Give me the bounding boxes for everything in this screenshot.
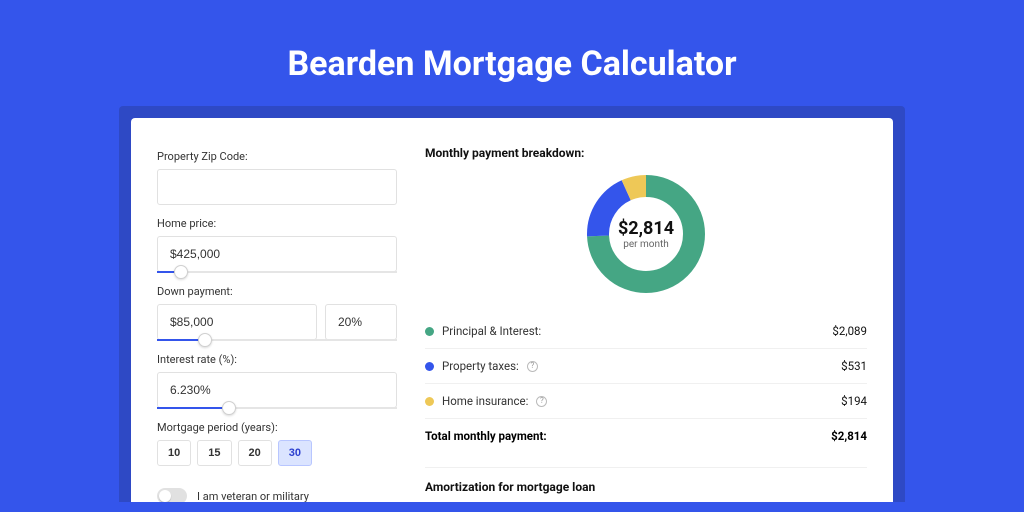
interest-rate-label: Interest rate (%): bbox=[157, 353, 397, 366]
mortgage-period-segmented: 10 15 20 30 bbox=[157, 440, 397, 466]
legend-dot-icon bbox=[425, 397, 434, 406]
slider-thumb-icon[interactable] bbox=[222, 401, 236, 415]
mortgage-period-label: Mortgage period (years): bbox=[157, 421, 397, 434]
line-item-insurance: Home insurance: ? $194 bbox=[425, 383, 867, 418]
breakdown-title: Monthly payment breakdown: bbox=[425, 146, 867, 160]
period-option-15[interactable]: 15 bbox=[197, 440, 231, 466]
total-value: $2,814 bbox=[831, 429, 867, 443]
line-item-label: Principal & Interest: bbox=[442, 324, 541, 338]
amortization-section: Amortization for mortgage loan Amortizat… bbox=[425, 467, 867, 502]
veteran-toggle-label: I am veteran or military bbox=[197, 490, 309, 503]
interest-rate-slider[interactable] bbox=[157, 407, 397, 409]
donut-chart: $2,814 per month bbox=[425, 172, 867, 296]
donut-amount: $2,814 bbox=[618, 218, 674, 239]
interest-rate-input[interactable] bbox=[157, 372, 397, 408]
line-items: Principal & Interest: $2,089 Property ta… bbox=[425, 314, 867, 453]
home-price-label: Home price: bbox=[157, 217, 397, 230]
line-item-taxes: Property taxes: ? $531 bbox=[425, 348, 867, 383]
line-item-label: Property taxes: bbox=[442, 359, 519, 373]
zip-label: Property Zip Code: bbox=[157, 150, 397, 163]
down-payment-pct-input[interactable] bbox=[325, 304, 397, 340]
info-icon[interactable]: ? bbox=[536, 396, 547, 407]
donut-center: $2,814 per month bbox=[584, 172, 708, 296]
legend-dot-icon bbox=[425, 327, 434, 336]
veteran-toggle[interactable] bbox=[157, 488, 187, 502]
down-payment-slider[interactable] bbox=[157, 339, 397, 341]
zip-input[interactable] bbox=[157, 169, 397, 205]
home-price-input[interactable] bbox=[157, 236, 397, 272]
down-payment-label: Down payment: bbox=[157, 285, 397, 298]
breakdown-panel: Monthly payment breakdown: $2,814 per mo… bbox=[425, 140, 867, 502]
period-option-10[interactable]: 10 bbox=[157, 440, 191, 466]
total-row: Total monthly payment: $2,814 bbox=[425, 418, 867, 453]
line-item-principal: Principal & Interest: $2,089 bbox=[425, 314, 867, 348]
card-wrap: Property Zip Code: Home price: Down paym… bbox=[119, 106, 905, 502]
line-item-label: Home insurance: bbox=[442, 394, 528, 408]
amortization-heading: Amortization for mortgage loan bbox=[425, 480, 867, 494]
home-price-slider[interactable] bbox=[157, 271, 397, 273]
hero: Bearden Mortgage Calculator bbox=[0, 0, 1024, 106]
calculator-card: Property Zip Code: Home price: Down paym… bbox=[131, 118, 893, 502]
info-icon[interactable]: ? bbox=[527, 361, 538, 372]
form-panel: Property Zip Code: Home price: Down paym… bbox=[157, 140, 397, 502]
line-item-value: $531 bbox=[841, 359, 867, 373]
slider-thumb-icon[interactable] bbox=[198, 333, 212, 347]
period-option-20[interactable]: 20 bbox=[238, 440, 272, 466]
line-item-value: $194 bbox=[841, 394, 867, 408]
down-payment-input[interactable] bbox=[157, 304, 317, 340]
total-label: Total monthly payment: bbox=[425, 429, 547, 443]
line-item-value: $2,089 bbox=[832, 324, 867, 338]
donut-sub: per month bbox=[623, 239, 669, 250]
slider-thumb-icon[interactable] bbox=[174, 265, 188, 279]
period-option-30[interactable]: 30 bbox=[278, 440, 312, 466]
page-title: Bearden Mortgage Calculator bbox=[0, 44, 1024, 84]
legend-dot-icon bbox=[425, 362, 434, 371]
